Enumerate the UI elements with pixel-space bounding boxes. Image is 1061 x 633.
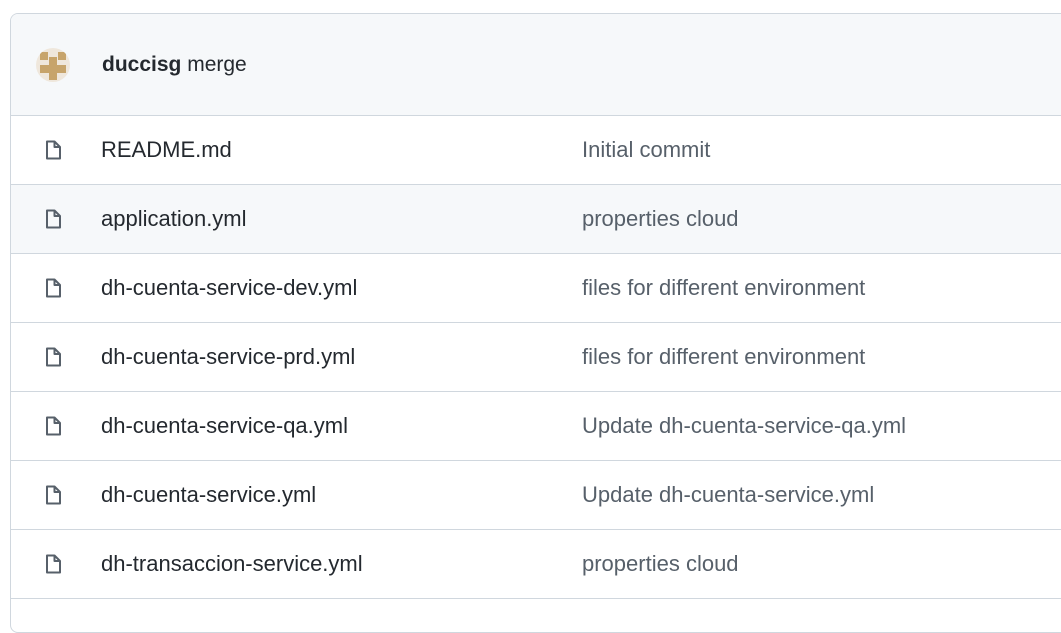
file-commit-link[interactable]: Update dh-cuenta-service.yml	[582, 482, 874, 508]
latest-commit-text: duccisg merge	[102, 54, 247, 75]
latest-commit-bar: duccisg merge	[11, 14, 1061, 116]
file-name-link[interactable]: dh-cuenta-service.yml	[101, 482, 582, 508]
file-row-cuenta-service[interactable]: dh-cuenta-service.yml Update dh-cuenta-s…	[11, 461, 1061, 530]
file-row-transaccion[interactable]: dh-transaccion-service.yml properties cl…	[11, 530, 1061, 599]
file-icon	[46, 278, 61, 298]
file-commit-link[interactable]: files for different environment	[582, 344, 865, 370]
file-row-cuenta-qa[interactable]: dh-cuenta-service-qa.yml Update dh-cuent…	[11, 392, 1061, 461]
file-icon	[46, 416, 61, 436]
file-commit-link[interactable]: properties cloud	[582, 206, 739, 232]
file-browser: duccisg merge README.md Initial commit a…	[10, 13, 1061, 633]
file-row-cuenta-dev[interactable]: dh-cuenta-service-dev.yml files for diff…	[11, 254, 1061, 323]
file-name-link[interactable]: README.md	[101, 137, 582, 163]
file-name-link[interactable]: dh-cuenta-service-prd.yml	[101, 344, 582, 370]
file-commit-link[interactable]: Update dh-cuenta-service-qa.yml	[582, 413, 906, 439]
file-name-link[interactable]: dh-cuenta-service-qa.yml	[101, 413, 582, 439]
file-name-link[interactable]: application.yml	[101, 206, 582, 232]
identicon-image	[36, 47, 70, 82]
file-commit-link[interactable]: properties cloud	[582, 551, 739, 577]
file-commit-link[interactable]: Initial commit	[582, 137, 710, 163]
file-commit-link[interactable]: files for different environment	[582, 275, 865, 301]
file-icon	[46, 347, 61, 367]
file-icon	[46, 485, 61, 505]
file-name-link[interactable]: dh-cuenta-service-dev.yml	[101, 275, 582, 301]
file-icon	[46, 209, 61, 229]
commit-message-link[interactable]: merge	[187, 53, 247, 76]
commit-author-link[interactable]: duccisg	[102, 53, 181, 76]
file-name-link[interactable]: dh-transaccion-service.yml	[101, 551, 582, 577]
file-icon	[46, 140, 61, 160]
file-icon	[46, 554, 61, 574]
avatar[interactable]	[36, 47, 70, 82]
file-row-application[interactable]: application.yml properties cloud	[11, 185, 1061, 254]
file-row-cuenta-prd[interactable]: dh-cuenta-service-prd.yml files for diff…	[11, 323, 1061, 392]
file-row-readme[interactable]: README.md Initial commit	[11, 116, 1061, 185]
